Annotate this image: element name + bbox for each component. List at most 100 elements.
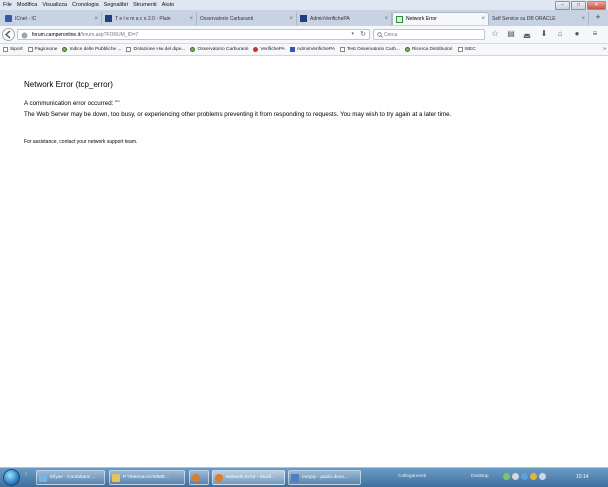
network-icon[interactable] xyxy=(512,473,519,480)
bookmark-label: ISEC xyxy=(464,47,476,52)
close-icon[interactable]: × xyxy=(189,16,193,22)
desktop-toolbar[interactable]: Desktop xyxy=(471,474,489,479)
task-firefox-group[interactable] xyxy=(189,470,209,485)
hamburger-menu-icon[interactable]: ≡ xyxy=(590,29,600,39)
bookmark-verifichepa[interactable]: VerifichePA xyxy=(253,47,285,52)
taskbar: ⁝ Ellyse - Contattami ... P:\Telemaco\AM… xyxy=(0,467,608,487)
pocket-icon[interactable]: ◛ xyxy=(522,29,532,39)
volume-icon[interactable] xyxy=(539,473,546,480)
reload-icon[interactable]: ↻ xyxy=(360,30,366,38)
tab-telemaco[interactable]: T e l e m a c o 2.0 - Plain × xyxy=(102,12,197,25)
telemaco-favicon-icon xyxy=(105,15,112,22)
close-icon[interactable]: × xyxy=(94,16,98,22)
app-icon xyxy=(291,473,299,482)
minimize-button[interactable]: – xyxy=(555,1,570,10)
bookmarks-bar: Siport Pagionone Indice delle Pubbliche … xyxy=(0,44,608,56)
bookmark-siport[interactable]: Siport xyxy=(3,47,23,52)
quick-launch-separator: ⁝ xyxy=(25,472,27,478)
reading-list-icon[interactable]: ▤ xyxy=(506,29,516,39)
menu-visualizza[interactable]: Visualizza xyxy=(42,2,67,8)
site-info-icon xyxy=(21,32,28,39)
menu-strumenti[interactable]: Strumenti xyxy=(133,2,157,8)
verifichepa-icon xyxy=(253,47,259,52)
page-icon xyxy=(339,47,345,52)
bookmark-label: Pagionone xyxy=(34,47,58,52)
bookmark-adminverifichepa[interactable]: AdminVerifichePA xyxy=(289,47,335,52)
task-network-error[interactable]: Network Error - Mozil... xyxy=(212,470,285,485)
close-icon[interactable]: × xyxy=(581,16,585,22)
network-error-favicon-icon xyxy=(396,15,403,23)
home-icon[interactable]: ⌂ xyxy=(555,29,565,39)
system-tray xyxy=(503,473,548,480)
bookmark-pagionone[interactable]: Pagionone xyxy=(27,47,58,52)
close-icon[interactable]: × xyxy=(384,16,388,22)
folder-icon xyxy=(112,473,120,482)
tray-app-icon[interactable] xyxy=(521,473,528,480)
close-icon[interactable]: × xyxy=(481,16,485,22)
tab-osservatorio[interactable]: Osservatorio Carburanti × xyxy=(197,12,297,25)
tab-self-service[interactable]: Self Service su DB ORACLE × xyxy=(489,12,589,25)
tray-app-icon[interactable] xyxy=(530,473,537,480)
bookmark-label: AdminVerifichePA xyxy=(296,47,335,52)
bookmark-label: VerifichePA xyxy=(260,47,285,52)
firefox-icon xyxy=(215,473,223,482)
task-label: Network Error - Mozil... xyxy=(226,475,276,480)
collegamenti-toolbar[interactable]: Collegamenti xyxy=(398,474,426,479)
adminverifichepa-icon xyxy=(289,47,295,52)
downloads-icon[interactable]: ⬇ xyxy=(539,29,549,39)
tab-label: Osservatorio Carburanti xyxy=(200,15,254,22)
bookmark-star-icon[interactable]: ☆ xyxy=(490,29,500,39)
start-button[interactable] xyxy=(3,469,20,486)
url-path: /forum.asp?FORUM_ID=7 xyxy=(80,32,139,38)
url-dropdown-icon[interactable]: ▾ xyxy=(351,31,354,37)
bookmark-test-osservatorio[interactable]: Test Osservatorio Carb... xyxy=(339,47,400,52)
page-icon xyxy=(457,47,463,52)
menu-modifica[interactable]: Modifica xyxy=(17,2,37,8)
firefox-icon xyxy=(192,473,200,482)
error-description: The Web Server may be down, too busy, or… xyxy=(24,111,452,118)
clock[interactable]: 10:14 xyxy=(576,474,589,480)
url-domain: forum.camperonline.it xyxy=(32,32,81,38)
back-button[interactable] xyxy=(2,28,15,41)
chat-icon[interactable]: ● xyxy=(572,29,582,39)
tab-adminverifichepa[interactable]: AdminVerifichePA × xyxy=(297,12,392,25)
tray-app-icon[interactable] xyxy=(503,473,510,480)
icnet-favicon-icon xyxy=(5,15,12,22)
tab-label: Network Error xyxy=(406,16,437,22)
maximize-button[interactable]: □ xyxy=(571,1,586,10)
page-title: Network Error (tcp_error) xyxy=(24,80,113,89)
menu-cronologia[interactable]: Cronologia xyxy=(72,2,99,8)
tab-network-error[interactable]: Network Error × xyxy=(392,12,489,25)
tab-label: Self Service su DB ORACLE xyxy=(492,15,556,22)
page-icon xyxy=(27,47,33,52)
support-note: For assistance, contact your network sup… xyxy=(24,139,138,145)
url-bar[interactable]: forum.camperonline.it/forum.asp?FORUM_ID… xyxy=(17,29,370,40)
page-content: Network Error (tcp_error) A communicatio… xyxy=(0,56,608,467)
adminverifichepa-favicon-icon xyxy=(300,15,307,22)
task-ellyse[interactable]: Ellyse - Contattami ... xyxy=(36,470,105,485)
close-window-button[interactable]: ✕ xyxy=(587,1,606,10)
bookmark-label: Test Osservatorio Carb... xyxy=(346,47,400,52)
menu-file[interactable]: File xyxy=(3,2,12,8)
menu-segnalibri[interactable]: Segnalibri xyxy=(104,2,128,8)
task-explorer[interactable]: P:\Telemaco\AMME... xyxy=(109,470,185,485)
bookmark-dotazione-hw[interactable]: Dotazione Hw del dipe... xyxy=(126,47,185,52)
globe-icon xyxy=(62,47,68,52)
bookmark-label: Dotazione Hw del dipe... xyxy=(133,47,186,52)
bookmark-label: Ricerca Distributori xyxy=(411,47,453,52)
close-icon[interactable]: × xyxy=(289,16,293,22)
tab-label: T e l e m a c o 2.0 - Plain xyxy=(115,15,171,22)
tab-strip: ICnet - IC × T e l e m a c o 2.0 - Plain… xyxy=(0,10,608,26)
bookmark-indice-pubbliche[interactable]: Indice delle Pubbliche ... xyxy=(62,47,121,52)
new-tab-button[interactable]: + xyxy=(592,12,604,24)
menu-aiuto[interactable]: Aiuto xyxy=(162,2,175,8)
search-bar[interactable]: Cerca xyxy=(373,29,485,40)
bookmark-osservatorio[interactable]: Osservatorio Carburanti xyxy=(190,47,248,52)
task-mmpiy[interactable]: mmpiy - paolo.dezo... xyxy=(288,470,361,485)
globe-icon xyxy=(404,47,410,52)
bookmark-isec[interactable]: ISEC xyxy=(457,47,476,52)
task-label: P:\Telemaco\AMME... xyxy=(123,475,170,480)
bookmarks-overflow-icon[interactable]: » xyxy=(603,46,606,52)
bookmark-ricerca-distributori[interactable]: Ricerca Distributori xyxy=(404,47,453,52)
tab-icnet[interactable]: ICnet - IC × xyxy=(2,12,102,25)
